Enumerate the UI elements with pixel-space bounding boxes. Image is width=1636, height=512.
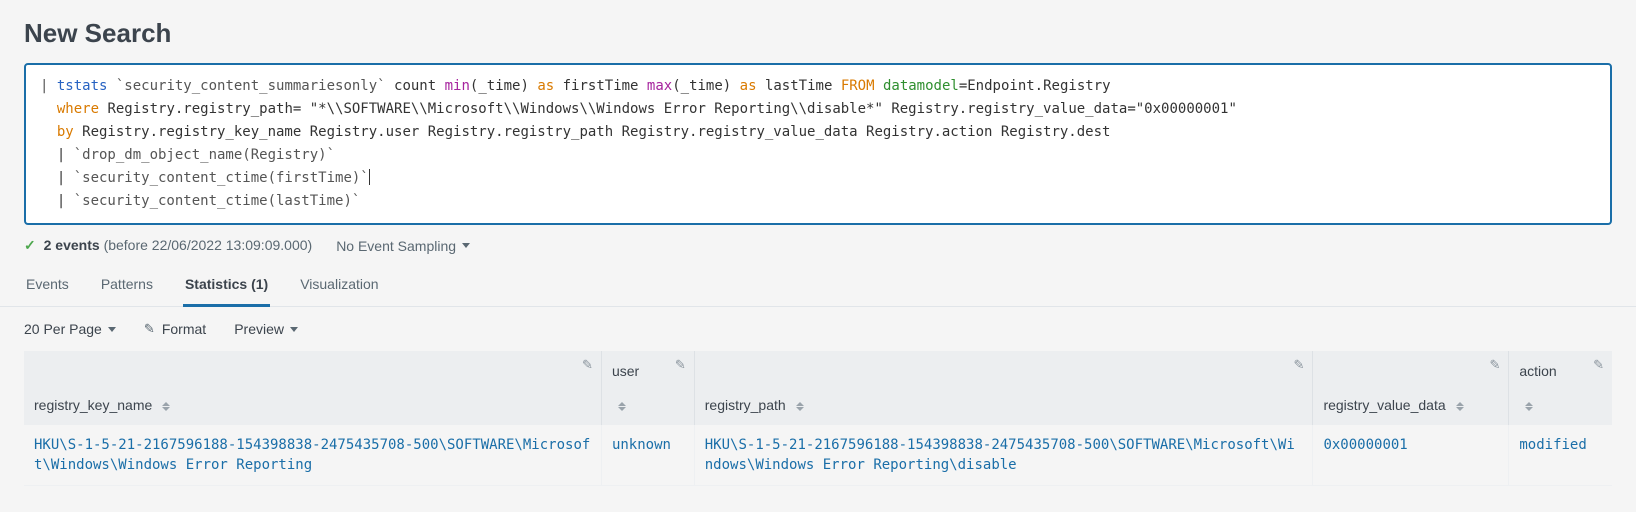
tab-visualization[interactable]: Visualization [298,266,380,307]
event-sampling-label: No Event Sampling [336,238,456,254]
indent [40,101,57,117]
page-title: New Search [0,0,1636,63]
text-caret [369,169,370,185]
tok: (_time) [470,78,537,94]
indent [40,124,57,140]
pencil-icon[interactable]: ✎ [675,357,686,373]
event-sampling-dropdown[interactable]: No Event Sampling [336,238,470,254]
per-page-dropdown[interactable]: 20 Per Page [24,321,116,337]
table-header-row: registry_key_name ✎ user ✎ registry_path… [24,351,1612,425]
sort-icon [1456,402,1464,411]
events-count: ✓ 2 events (before 22/06/2022 13:09:09.0… [24,237,312,254]
format-label: Format [162,321,206,337]
tok: count [386,78,445,94]
tab-patterns[interactable]: Patterns [99,266,155,307]
cell-registry-path[interactable]: HKU\S-1-5-21-2167596188-154398838-247543… [705,437,1295,473]
results-table: registry_key_name ✎ user ✎ registry_path… [24,351,1612,486]
col-label: registry_value_data [1323,397,1445,413]
sort-icon [1525,402,1533,411]
tok: =Endpoint.Registry [959,78,1111,94]
chevron-down-icon [108,327,116,332]
tok-macro: `security_content_summariesonly` [116,78,386,94]
pipe: | [40,78,57,94]
tok-macro: `drop_dm_object_name(Registry)` [74,147,335,163]
preview-dropdown[interactable]: Preview [234,321,298,337]
sort-icon [618,402,626,411]
pencil-icon[interactable]: ✎ [1294,357,1305,373]
pencil-icon [144,323,156,335]
format-button[interactable]: Format [144,321,206,337]
tok-tstats: tstats [57,78,108,94]
col-label: action [1519,363,1556,379]
tab-statistics[interactable]: Statistics (1) [183,266,270,307]
tok [875,78,883,94]
sort-icon [796,402,804,411]
tok: Registry.registry_path= "*\\SOFTWARE\\Mi… [99,101,1237,117]
cell-registry-key-name[interactable]: HKU\S-1-5-21-2167596188-154398838-247543… [34,437,590,473]
tok-min: min [445,78,470,94]
table-row: HKU\S-1-5-21-2167596188-154398838-247543… [24,425,1612,486]
tok-macro: `security_content_ctime(firstTime)` [74,170,369,186]
tok: lastTime [757,78,841,94]
results-toolbar: 20 Per Page Format Preview [0,307,1636,351]
indent: | [40,193,74,209]
events-count-value: 2 events [44,237,100,253]
cell-action[interactable]: modified [1519,437,1586,453]
indent: | [40,147,74,163]
pencil-icon[interactable]: ✎ [1489,357,1500,373]
col-label: registry_key_name [34,397,152,413]
chevron-down-icon [290,327,298,332]
col-label: registry_path [705,397,786,413]
pencil-icon[interactable]: ✎ [1593,357,1604,373]
check-icon: ✓ [24,237,36,253]
sort-icon [162,402,170,411]
tok-where: where [57,101,99,117]
col-action[interactable]: action ✎ [1509,351,1612,425]
status-bar: ✓ 2 events (before 22/06/2022 13:09:09.0… [0,225,1636,266]
tok-from: FROM [841,78,875,94]
tok: Registry.registry_key_name Registry.user… [74,124,1111,140]
tok: firstTime [554,78,647,94]
tok-as: as [740,78,757,94]
search-input[interactable]: | tstats `security_content_summariesonly… [24,63,1612,225]
col-label: user [612,363,639,379]
preview-label: Preview [234,321,284,337]
tok-datamodel: datamodel [883,78,959,94]
col-registry-value-data[interactable]: ✎ registry_value_data [1313,351,1509,425]
result-tabs: Events Patterns Statistics (1) Visualiza… [0,266,1636,307]
tok [107,78,115,94]
indent: | [40,170,74,186]
col-registry-path[interactable]: registry_path ✎ [694,351,1313,425]
tok-macro: `security_content_ctime(lastTime)` [74,193,361,209]
chevron-down-icon [462,243,470,248]
tok-by: by [57,124,74,140]
tok: (_time) [672,78,739,94]
tok-max: max [647,78,672,94]
col-user[interactable]: user ✎ [601,351,694,425]
tab-events[interactable]: Events [24,266,71,307]
col-registry-key-name[interactable]: registry_key_name ✎ [24,351,601,425]
events-timerange: (before 22/06/2022 13:09:09.000) [104,237,313,253]
cell-registry-value-data[interactable]: 0x00000001 [1323,437,1407,453]
tok-as: as [537,78,554,94]
per-page-label: 20 Per Page [24,321,102,337]
cell-user[interactable]: unknown [612,437,671,453]
pencil-icon[interactable]: ✎ [582,357,593,373]
